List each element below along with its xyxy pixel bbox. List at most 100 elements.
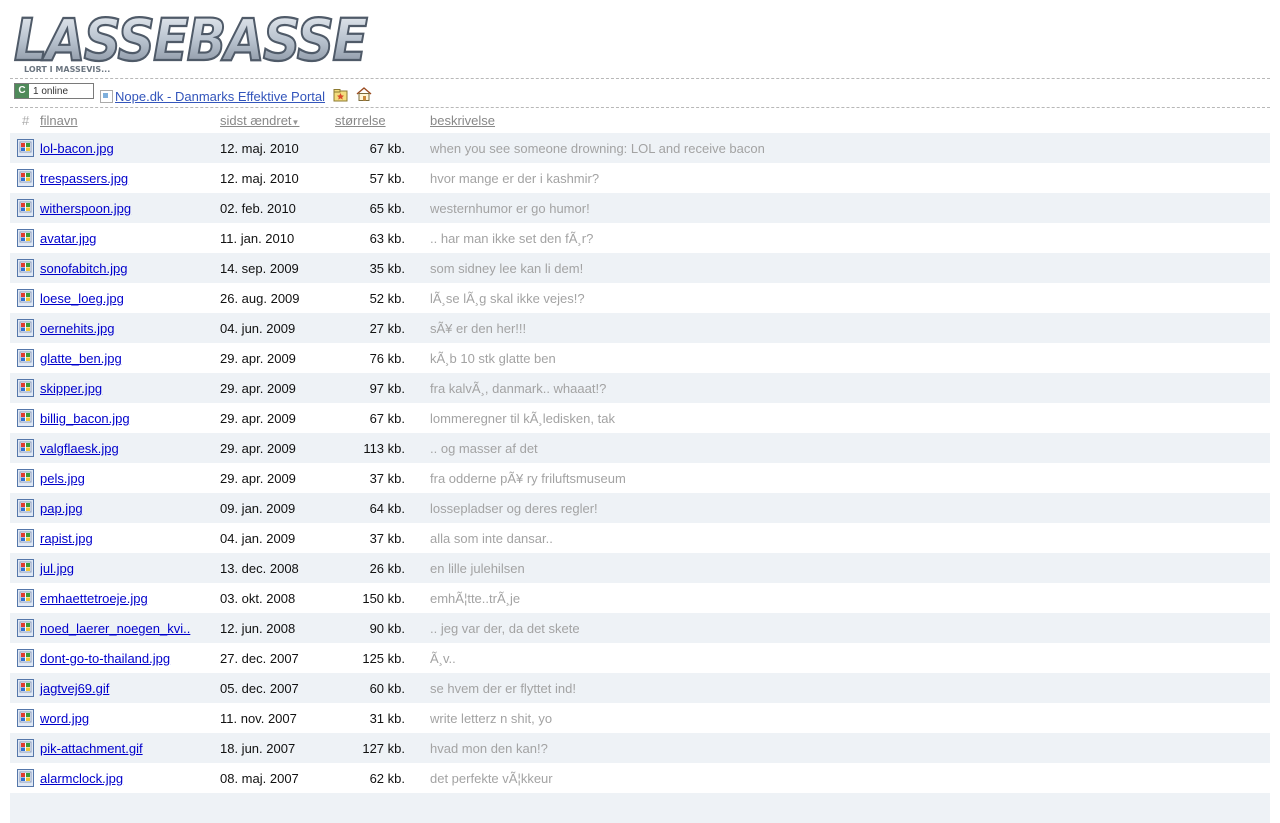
table-row: loese_loeg.jpg 26. aug. 2009 52 kb. lÃ¸se l… — [10, 283, 1270, 313]
image-file-icon[interactable] — [17, 409, 34, 427]
image-file-icon[interactable] — [17, 259, 34, 277]
image-file-icon[interactable] — [17, 529, 34, 547]
file-size: 35 kb. — [369, 261, 405, 276]
column-description[interactable]: beskrivelse — [430, 113, 495, 128]
file-date: 12. maj. 2010 — [220, 141, 299, 156]
file-description: som sidney lee kan li dem! — [430, 261, 584, 276]
file-size: 76 kb. — [369, 351, 405, 366]
image-file-icon[interactable] — [17, 739, 34, 757]
file-description: det perfekte vÃ¦kkeur — [430, 771, 553, 786]
table-row — [10, 793, 1270, 823]
broken-image-icon — [100, 89, 113, 103]
column-modified[interactable]: sidst ændret▼ — [220, 113, 299, 128]
file-description: .. jeg var der, da det skete — [430, 621, 580, 636]
file-size: 67 kb. — [369, 141, 405, 156]
file-description: alla som inte dansar.. — [430, 531, 553, 546]
image-file-icon[interactable] — [17, 709, 34, 727]
image-file-icon[interactable] — [17, 559, 34, 577]
file-link[interactable]: oernehits.jpg — [40, 321, 114, 336]
file-list: lol-bacon.jpg 12. maj. 2010 67 kb. when you… — [10, 133, 1270, 823]
file-size: 52 kb. — [369, 291, 405, 306]
file-size: 37 kb. — [369, 531, 405, 546]
image-file-icon[interactable] — [17, 169, 34, 187]
file-description: write letterz n shit, yo — [430, 711, 553, 726]
logo-text: LASSEBASSE — [14, 6, 367, 74]
file-date: 27. dec. 2007 — [220, 651, 299, 666]
table-row: word.jpg 11. nov. 2007 31 kb. write letterz… — [10, 703, 1270, 733]
file-link[interactable]: pik-attachment.gif — [40, 741, 143, 756]
image-file-icon[interactable] — [17, 139, 34, 157]
table-row: sonofabitch.jpg 14. sep. 2009 35 kb. som si… — [10, 253, 1270, 283]
file-description: hvor mange er der i kashmir? — [430, 171, 600, 186]
file-description: fra odderne pÃ¥ ry friluftsmuseum — [430, 471, 626, 486]
image-file-icon[interactable] — [17, 649, 34, 667]
column-filename[interactable]: filnavn — [40, 113, 78, 128]
file-description: westernhumor er go humor! — [430, 201, 590, 216]
image-file-icon[interactable] — [17, 589, 34, 607]
file-link[interactable]: valgflaesk.jpg — [40, 441, 119, 456]
home-icon[interactable] — [356, 87, 372, 101]
portal-link-text: Nope.dk - Danmarks Effektive Portal — [115, 88, 326, 104]
file-description: lommeregner til kÃ¸ledisken, tak — [430, 411, 615, 426]
image-file-icon[interactable] — [17, 229, 34, 247]
file-description: kÃ¸b 10 stk glatte ben — [430, 351, 556, 366]
file-link[interactable]: pels.jpg — [40, 471, 85, 486]
file-description: se hvem der er flyttet ind! — [430, 681, 576, 696]
file-link[interactable]: lol-bacon.jpg — [40, 141, 114, 156]
counter-icon: C — [15, 84, 29, 98]
image-file-icon[interactable] — [17, 439, 34, 457]
sort-down-icon: ▼ — [291, 118, 300, 127]
file-link[interactable]: emhaettetroeje.jpg — [40, 591, 148, 606]
table-row: pik-attachment.gif 18. jun. 2007 127 kb. hv… — [10, 733, 1270, 763]
table-header: # filnavn sidst ændret▼ størrelse beskri… — [10, 110, 1270, 132]
file-link[interactable]: pap.jpg — [40, 501, 83, 516]
image-file-icon[interactable] — [17, 769, 34, 787]
file-link[interactable]: noed_laerer_noegen_kvi.. — [40, 621, 190, 636]
image-file-icon[interactable] — [17, 199, 34, 217]
file-size: 37 kb. — [369, 471, 405, 486]
image-file-icon[interactable] — [17, 289, 34, 307]
file-link[interactable]: trespassers.jpg — [40, 171, 128, 186]
file-date: 03. okt. 2008 — [220, 591, 296, 606]
file-link[interactable]: loese_loeg.jpg — [40, 291, 124, 306]
file-link[interactable]: sonofabitch.jpg — [40, 261, 127, 276]
folder-star-icon[interactable] — [333, 88, 349, 102]
image-file-icon[interactable] — [17, 379, 34, 397]
column-size[interactable]: størrelse — [335, 113, 386, 128]
file-link[interactable]: word.jpg — [40, 711, 89, 726]
portal-link[interactable]: Nope.dk - Danmarks Effektive Portal — [100, 89, 325, 104]
file-link[interactable]: dont-go-to-thailand.jpg — [40, 651, 170, 666]
file-description: when you see someone drowning: LOL and r… — [430, 141, 765, 156]
file-size: 57 kb. — [369, 171, 405, 186]
image-file-icon[interactable] — [17, 469, 34, 487]
table-row: emhaettetroeje.jpg 03. okt. 2008 150 kb. em… — [10, 583, 1270, 613]
file-link[interactable]: avatar.jpg — [40, 231, 96, 246]
file-size: 65 kb. — [369, 201, 405, 216]
online-counter[interactable]: C 1 online — [14, 83, 94, 99]
file-date: 14. sep. 2009 — [220, 261, 299, 276]
file-link[interactable]: billig_bacon.jpg — [40, 411, 130, 426]
table-row: alarmclock.jpg 08. maj. 2007 62 kb. det per… — [10, 763, 1270, 793]
table-row: witherspoon.jpg 02. feb. 2010 65 kb. wester… — [10, 193, 1270, 223]
image-file-icon[interactable] — [17, 319, 34, 337]
file-date: 11. jan. 2010 — [220, 231, 295, 246]
image-file-icon[interactable] — [17, 619, 34, 637]
file-size: 90 kb. — [369, 621, 405, 636]
file-link[interactable]: skipper.jpg — [40, 381, 102, 396]
image-file-icon[interactable] — [17, 349, 34, 367]
file-link[interactable]: jul.jpg — [40, 561, 74, 576]
file-link[interactable]: alarmclock.jpg — [40, 771, 123, 786]
file-link[interactable]: witherspoon.jpg — [40, 201, 131, 216]
site-logo[interactable]: LASSEBASSE LORT I MASSEVIS... — [12, 6, 372, 76]
file-description: lÃ¸se lÃ¸g skal ikke vejes!? — [430, 291, 585, 306]
file-date: 02. feb. 2010 — [220, 201, 296, 216]
image-file-icon[interactable] — [17, 499, 34, 517]
image-file-icon[interactable] — [17, 679, 34, 697]
file-size: 60 kb. — [369, 681, 405, 696]
file-date: 11. nov. 2007 — [220, 711, 297, 726]
table-row: rapist.jpg 04. jan. 2009 37 kb. alla som in… — [10, 523, 1270, 553]
file-link[interactable]: jagtvej69.gif — [40, 681, 109, 696]
file-link[interactable]: rapist.jpg — [40, 531, 93, 546]
file-link[interactable]: glatte_ben.jpg — [40, 351, 122, 366]
file-size: 150 kb. — [362, 591, 405, 606]
